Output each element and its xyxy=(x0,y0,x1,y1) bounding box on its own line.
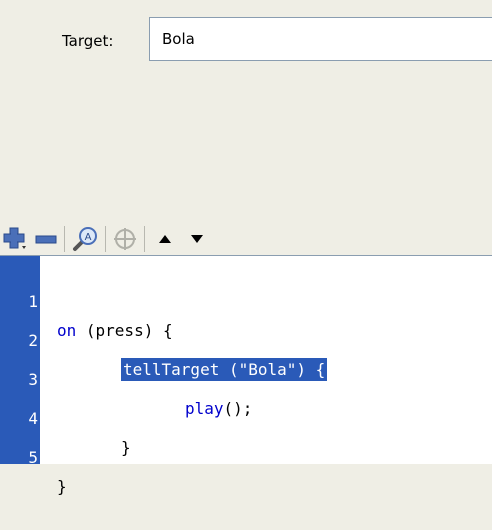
target-input[interactable]: Bola xyxy=(149,17,492,61)
add-icon xyxy=(3,227,26,249)
find-icon: A xyxy=(73,227,97,251)
arrow-up-icon xyxy=(159,235,171,243)
actions-toolbar: A xyxy=(0,223,492,255)
code-text: } xyxy=(57,477,67,496)
script-editor[interactable]: 1 on (press) { 2 tellTarget ("Bola") { 3… xyxy=(0,255,492,496)
remove-button[interactable] xyxy=(34,224,58,254)
remove-icon xyxy=(35,235,57,244)
code-line[interactable]: 5 } xyxy=(0,414,492,496)
move-up-button[interactable] xyxy=(155,224,175,254)
line-number: 5 xyxy=(28,448,38,467)
toolbar-separator xyxy=(105,226,106,252)
move-down-button[interactable] xyxy=(187,224,207,254)
target-row: Target: xyxy=(62,22,123,60)
code-line[interactable]: 3 play(); xyxy=(0,336,492,418)
insert-target-path-button[interactable] xyxy=(112,224,138,254)
code-line[interactable]: 4 } xyxy=(0,375,492,457)
add-button[interactable] xyxy=(2,224,28,254)
code-line[interactable]: 1 on (press) { xyxy=(0,258,492,340)
toolbar-separator xyxy=(144,226,145,252)
target-label: Target: xyxy=(62,32,114,50)
toolbar-separator xyxy=(64,226,65,252)
svg-text:A: A xyxy=(85,232,92,243)
code-line[interactable]: 2 tellTarget ("Bola") { xyxy=(0,297,492,381)
arrow-down-icon xyxy=(191,235,203,243)
find-button[interactable]: A xyxy=(71,224,99,254)
crosshair-icon xyxy=(114,228,136,250)
